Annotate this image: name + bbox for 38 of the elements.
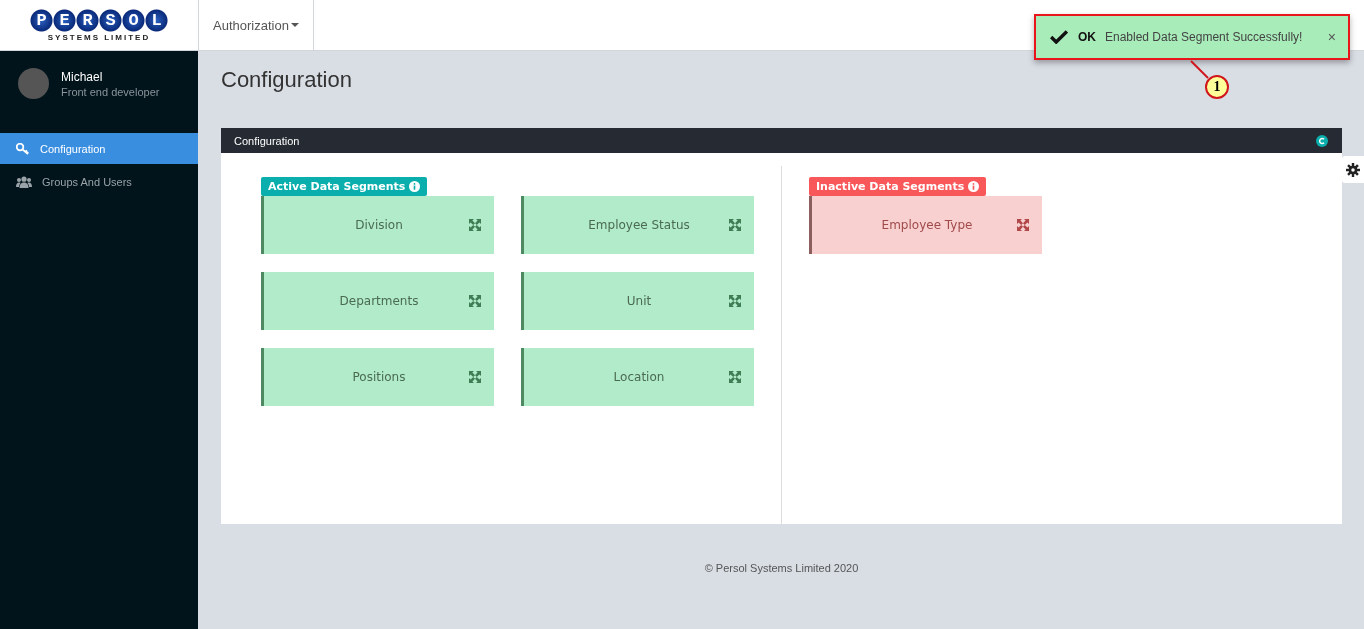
close-button[interactable]: × xyxy=(1327,29,1336,45)
panel-title: Configuration xyxy=(234,134,300,147)
user-role: Front end developer xyxy=(61,85,160,98)
settings-button[interactable] xyxy=(1342,156,1364,183)
leader-line xyxy=(1190,60,1210,80)
info-icon[interactable] xyxy=(409,181,421,192)
page-title: Configuration xyxy=(221,67,352,94)
sidebar-item[interactable]: Configuration xyxy=(0,133,198,164)
segment-group-label: Active Data Segments xyxy=(261,177,428,196)
footer-text: © Persol Systems Limited 2020 xyxy=(703,562,860,574)
expand-arrows-icon[interactable] xyxy=(729,295,741,307)
logo-subtitle: SYSTEMS LIMITED xyxy=(47,32,151,42)
toast-message: Enabled Data Segment Successfully! xyxy=(1105,30,1304,44)
toast-title: OK xyxy=(1078,30,1096,44)
users-icon xyxy=(16,175,32,188)
refresh-icon[interactable] xyxy=(1316,134,1328,147)
expand-arrows-icon[interactable] xyxy=(729,371,741,383)
expand-arrows-icon[interactable] xyxy=(469,371,481,383)
key-icon xyxy=(16,142,30,155)
caret-icon[interactable] xyxy=(290,23,299,27)
callout-marker: 1 xyxy=(1205,75,1229,99)
check-icon xyxy=(1050,30,1068,44)
sidebar-item[interactable]: Groups And Users xyxy=(0,166,198,197)
expand-arrows-icon[interactable] xyxy=(469,219,481,231)
segment-tile[interactable]: Positions xyxy=(261,348,494,406)
segment-tile[interactable]: Division xyxy=(261,196,494,254)
settings-icon[interactable] xyxy=(1346,162,1360,177)
segment-tile[interactable]: Departments xyxy=(261,272,494,330)
segment-tile[interactable]: Location xyxy=(521,348,754,406)
segment-group-label: Inactive Data Segments xyxy=(809,177,987,196)
expand-arrows-icon[interactable] xyxy=(469,295,481,307)
expand-arrows-icon[interactable] xyxy=(729,219,741,231)
user-name: Michael xyxy=(61,69,104,84)
segment-tile[interactable]: Unit xyxy=(521,272,754,330)
company-logo[interactable]: PERSOL xyxy=(30,8,168,32)
authorization-menu[interactable]: Authorization xyxy=(198,0,314,51)
avatar xyxy=(18,68,49,99)
segment-tile[interactable]: Employee Status xyxy=(521,196,754,254)
